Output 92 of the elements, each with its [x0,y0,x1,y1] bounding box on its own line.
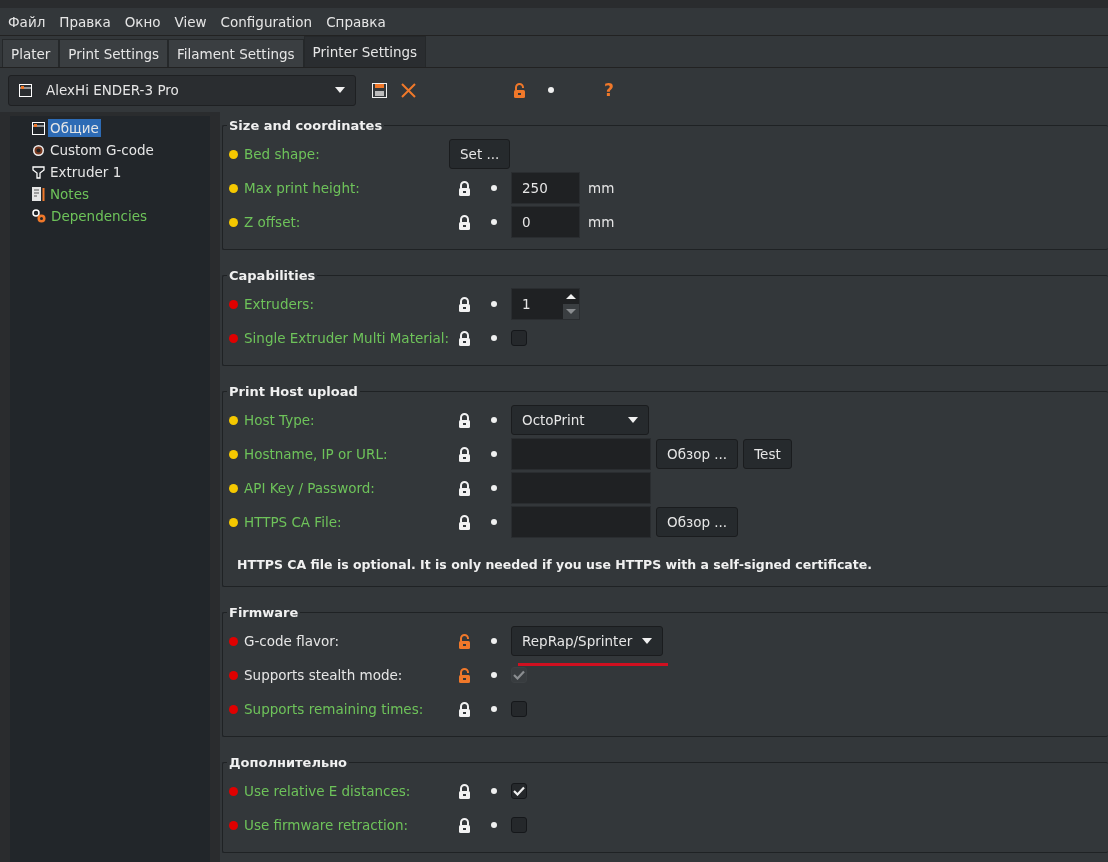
locked-padlock-icon[interactable] [458,412,471,428]
locked-padlock-icon[interactable] [458,701,471,717]
caret-icon [335,87,345,93]
tab[interactable]: Plater [2,39,60,67]
setting-label: Supports stealth mode: [244,667,404,683]
checkbox[interactable] [511,817,527,833]
locked-padlock-icon[interactable] [458,214,471,230]
test-button[interactable]: Test [743,439,792,469]
preset-dropdown[interactable]: AlexHi ENDER-3 Pro [8,74,356,106]
dot-icon [491,301,497,307]
menu-item[interactable]: Файл [8,13,46,30]
unlocked-padlock-icon[interactable] [458,633,471,649]
checkbox[interactable] [511,783,527,799]
menu-item[interactable]: Правка [59,13,111,30]
setting-label: G-code flavor: [244,633,341,649]
setting-label: API Key / Password: [244,480,376,496]
set-button[interactable]: Set ... [449,139,511,169]
group-title: Size and coordinates [228,118,384,133]
unit-label: mm [588,180,615,196]
checkmark-icon [513,670,525,680]
setting-label: Supports remaining times: [244,701,425,717]
setting-label: Host Type: [244,412,316,428]
window-icon [19,83,32,97]
menu-item[interactable]: Окно [124,13,161,30]
dot-icon [491,788,497,794]
tab[interactable]: Filament Settings [168,39,304,67]
dot-icon [491,219,497,225]
group-title: Print Host upload [228,384,359,399]
dot-icon [491,185,497,191]
help-icon[interactable]: ? [604,80,614,100]
caret-icon [628,417,638,423]
dot-icon [548,87,554,93]
input-field[interactable]: 0 [511,206,580,238]
group-title: Firmware [228,605,300,620]
setting-label: Use relative E distances: [244,783,412,799]
setting-label: HTTPS CA File: [244,514,343,530]
checkbox[interactable] [511,701,527,717]
dot-icon [491,822,497,828]
dot-icon [491,335,497,341]
tree-item[interactable]: Custom G-code [48,141,156,159]
dot-icon [491,417,497,423]
locked-padlock-icon[interactable] [458,817,471,833]
setting-label: Extruders: [244,296,315,312]
tab[interactable]: Printer Settings [303,36,427,67]
help-text: HTTPS CA file is optional. It is only needed if you use HTTPS with a self-signed certificate. [236,556,873,574]
note-icon [32,187,45,201]
setting-label: Hostname, IP or URL: [244,446,389,462]
menu-item[interactable]: Configuration [220,13,313,30]
gears-icon [32,209,46,223]
locked-padlock-icon[interactable] [458,180,471,196]
unlocked-padlock-icon[interactable] [513,82,526,98]
menu-item[interactable]: View [174,13,207,30]
checkmark-icon [513,786,525,796]
browse-button[interactable]: Обзор ... [656,439,739,469]
dot-icon [491,638,497,644]
browse-button[interactable]: Обзор ... [656,507,739,537]
dot-icon [491,485,497,491]
dot-icon [491,672,497,678]
locked-padlock-icon[interactable] [458,330,471,346]
unit-label: mm [588,214,615,230]
menu-item[interactable]: Справка [326,13,386,30]
caret-icon [642,638,653,644]
setting-label: Single Extruder Multi Material: [244,330,449,346]
save-icon[interactable] [372,82,387,98]
checkbox[interactable] [511,330,527,346]
tab[interactable]: Print Settings [59,39,169,67]
setting-label: Z offset: [244,214,302,230]
locked-padlock-icon[interactable] [458,783,471,799]
dot-icon [491,451,497,457]
tree-item[interactable]: Extruder 1 [48,163,124,181]
nozzle-icon [32,165,45,179]
tree-item[interactable]: Notes [48,185,91,203]
setting-label: Use firmware retraction: [244,817,410,833]
window-icon [32,121,45,135]
locked-padlock-icon[interactable] [458,514,471,530]
dot-icon [491,706,497,712]
close-icon[interactable] [401,82,416,98]
dropdown[interactable]: OctoPrint [511,405,649,435]
spin-field[interactable]: 1 [511,288,580,320]
group-title: Capabilities [228,268,317,283]
tree-item[interactable]: Общие [48,119,101,137]
gear-icon [32,143,45,157]
locked-padlock-icon[interactable] [458,296,471,312]
locked-padlock-icon[interactable] [458,446,471,462]
setting-label: Max print height: [244,180,361,196]
input-field[interactable]: 250 [511,172,580,204]
dropdown[interactable]: RepRap/Sprinter [511,626,664,656]
dot-icon [491,519,497,525]
locked-padlock-icon[interactable] [458,480,471,496]
group-title: Дополнительно [228,755,349,770]
setting-label: Bed shape: [244,146,321,162]
tree-item[interactable]: Dependencies [49,207,150,225]
